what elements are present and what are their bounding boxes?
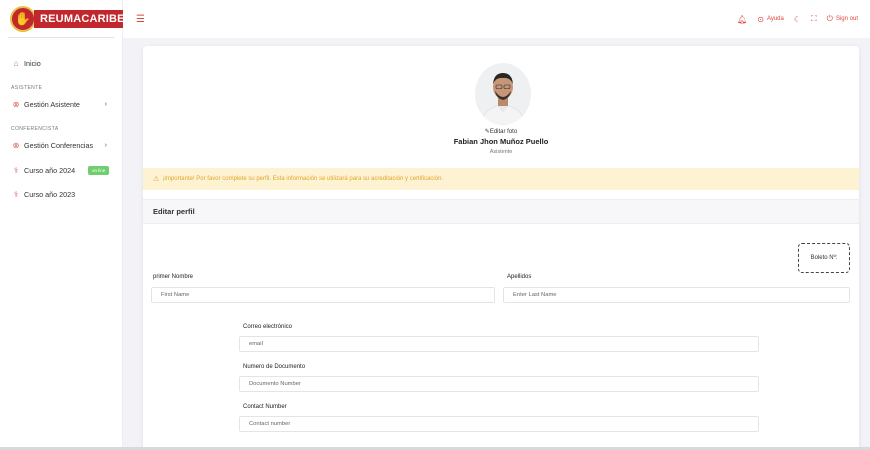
hand-logo-icon: ✋ <box>10 6 36 32</box>
contact-field[interactable] <box>239 416 759 432</box>
home-icon: ⌂ <box>13 58 19 68</box>
last-name-input[interactable] <box>513 292 849 298</box>
sidebar-item-gestion-conferencias[interactable]: ⊗ Gestión Conferencias › <box>0 137 123 153</box>
sidebar-heading-asistente: ASISTENTE <box>11 85 43 91</box>
sidebar-item-label: Curso año 2024 <box>24 165 76 175</box>
close-circle-icon: ⊗ <box>12 99 20 109</box>
first-name-field[interactable] <box>151 287 495 303</box>
hamburger-icon[interactable]: ☰ <box>136 14 145 25</box>
signout-button[interactable]: ⏻ Sign out <box>827 14 858 24</box>
profile-card: ✎Editar foto Fabian Jhon Muñoz Puello As… <box>143 46 859 450</box>
chevron-right-icon: › <box>104 100 107 108</box>
contact-input[interactable] <box>249 421 758 427</box>
topbar: ☰ 🔔︎ ⊙ Ayuda ☾ ⛶ ⏻ Sign out <box>123 0 870 38</box>
sidebar-item-label: Inicio <box>24 58 41 68</box>
signout-label: Sign out <box>835 16 858 22</box>
section-title: Editar perfil <box>143 199 859 224</box>
sidebar-item-curso-2023[interactable]: ⚕ Curso año 2023 <box>0 186 123 202</box>
profile-alert: ⚠ ¡Importante! Por favor complete su per… <box>143 168 859 190</box>
sidebar-item-inicio[interactable]: ⌂ Inicio <box>0 55 123 71</box>
sidebar-item-label: Gestión Asistente <box>24 99 80 109</box>
contact-label: Contact Number <box>243 404 287 410</box>
user-role: Asistente <box>489 149 513 155</box>
brand-name: REUMACARIBE <box>34 10 131 28</box>
avatar[interactable] <box>475 63 531 125</box>
brand-logo[interactable]: ✋ REUMACARIBE <box>10 5 131 33</box>
edit-photo-label: Editar foto <box>489 129 518 135</box>
boleto-number: Boleto Nº: <box>798 243 850 273</box>
sidebar-item-label: Curso año 2023 <box>24 189 76 199</box>
bell-icon[interactable]: 🔔︎ <box>737 15 747 24</box>
user-name: Fabian Jhon Muñoz Puello <box>453 137 549 146</box>
last-name-label: Apellidos <box>507 274 532 280</box>
document-input[interactable] <box>249 381 758 387</box>
sidebar-item-curso-2024[interactable]: ⚕ Curso año 2024 on line <box>0 162 123 178</box>
email-input[interactable] <box>249 341 758 347</box>
moon-icon[interactable]: ☾ <box>794 15 801 24</box>
sidebar: ✋ REUMACARIBE ⌂ Inicio ASISTENTE ⊗ Gesti… <box>0 0 131 450</box>
help-button[interactable]: ⊙ Ayuda <box>757 15 784 24</box>
alert-text: ¡Importante! Por favor complete su perfi… <box>162 176 444 182</box>
email-label: Correo electrónico <box>243 324 293 330</box>
fullscreen-icon[interactable]: ⛶ <box>811 14 817 24</box>
document-field[interactable] <box>239 376 759 392</box>
pulse-icon: ⚕ <box>13 165 19 175</box>
status-badge: on line <box>88 165 110 175</box>
sidebar-item-gestion-asistente[interactable]: ⊗ Gestión Asistente › <box>0 96 123 112</box>
chevron-right-icon: › <box>104 141 107 149</box>
pulse-icon: ⚕ <box>13 189 19 199</box>
help-label: Ayuda <box>766 16 784 22</box>
sidebar-divider <box>8 37 114 38</box>
sidebar-heading-conferencista: CONFERENCISTA <box>11 126 59 132</box>
first-name-label: primer Nombre <box>153 274 194 280</box>
first-name-input[interactable] <box>161 292 494 298</box>
warning-icon: ⚠ <box>153 176 160 183</box>
close-circle-icon: ⊗ <box>12 140 20 150</box>
help-icon: ⊙ <box>757 14 764 24</box>
last-name-field[interactable] <box>503 287 850 303</box>
top-actions: 🔔︎ ⊙ Ayuda ☾ ⛶ ⏻ Sign out <box>737 14 858 24</box>
power-icon: ⏻ <box>826 14 833 23</box>
edit-photo-link[interactable]: ✎Editar foto <box>143 128 859 135</box>
document-label: Numero de Documento <box>243 364 306 370</box>
sidebar-item-label: Gestión Conferencias <box>24 140 94 150</box>
email-field[interactable] <box>239 336 759 352</box>
